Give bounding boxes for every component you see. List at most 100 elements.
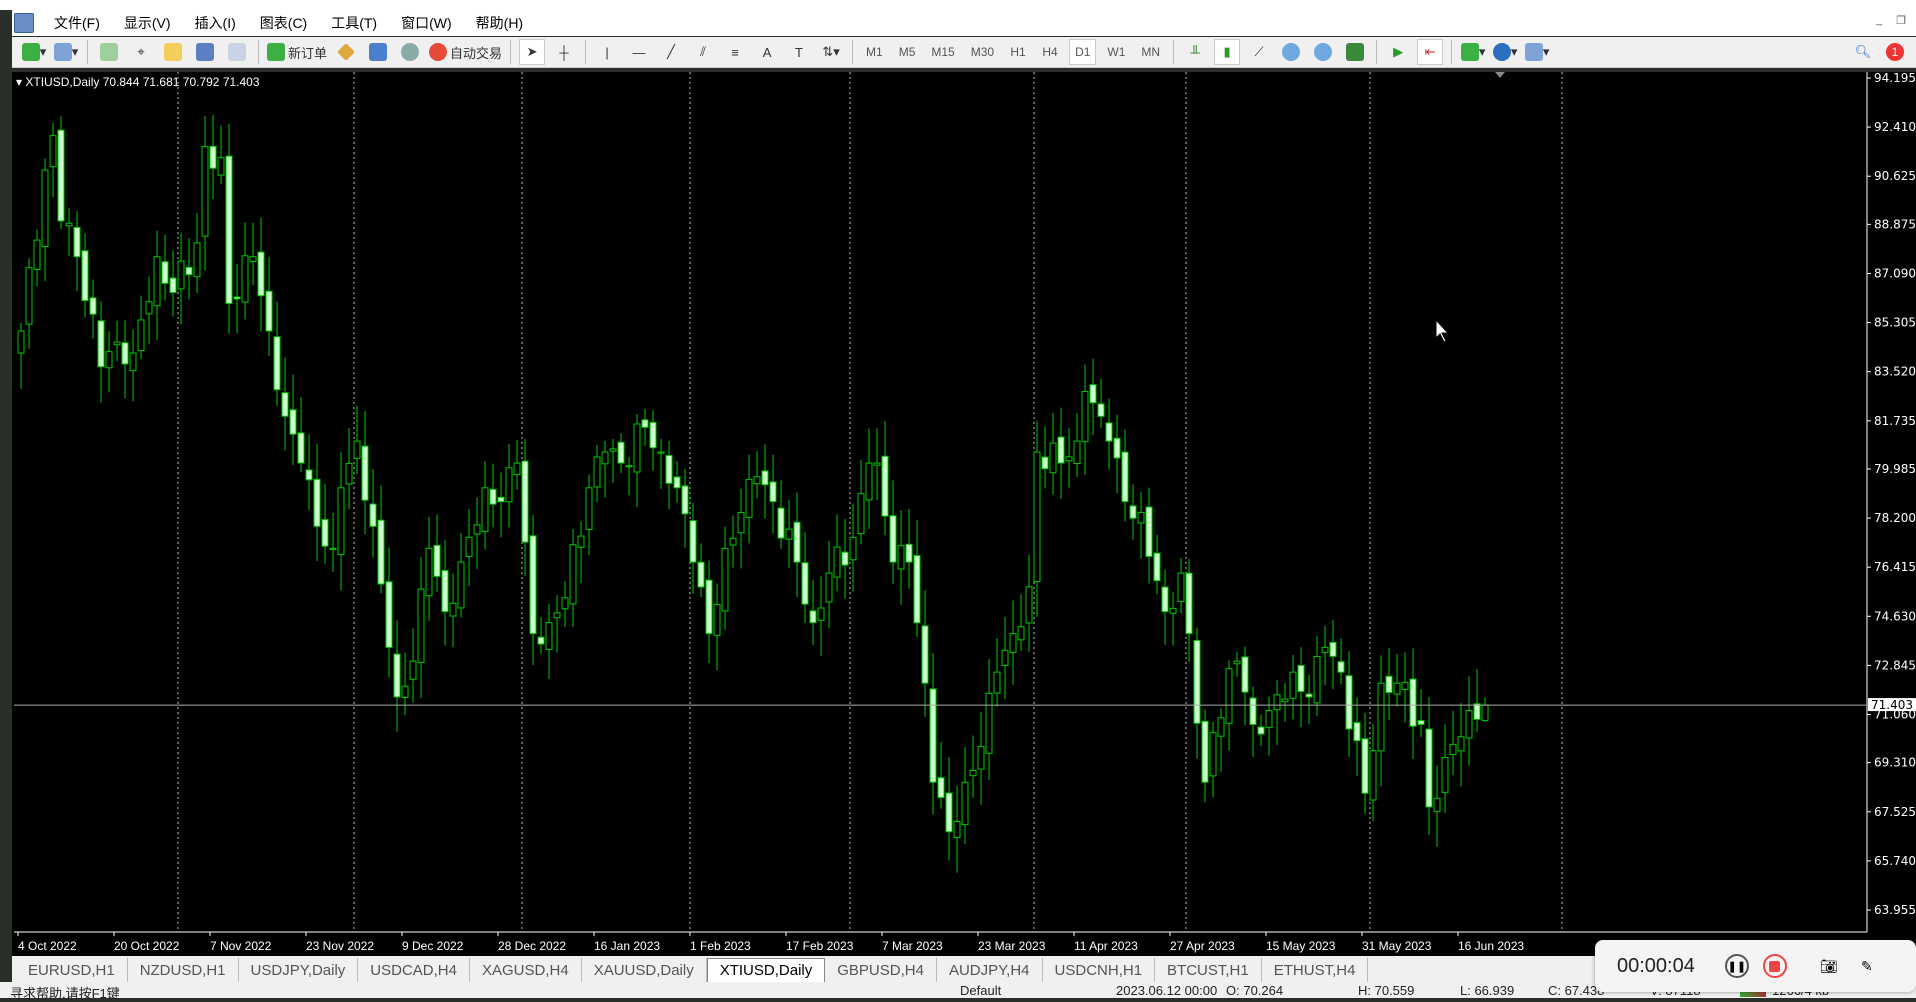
zoom-out-button[interactable] bbox=[1310, 39, 1336, 65]
new-chart-button[interactable]: ▾ bbox=[21, 39, 47, 65]
candle-bull bbox=[145, 301, 153, 315]
metaeditor-button[interactable] bbox=[333, 39, 359, 65]
menu-tools[interactable]: 工具(T) bbox=[319, 13, 389, 33]
market-watch-button[interactable] bbox=[96, 39, 122, 65]
bar-chart-button[interactable]: ╨ bbox=[1182, 39, 1208, 65]
chart-tab[interactable]: EURUSD,H1 bbox=[16, 958, 128, 982]
candle-bull bbox=[729, 537, 737, 546]
navigator-button[interactable] bbox=[160, 39, 186, 65]
chart-tab[interactable]: ETHUST,H4 bbox=[1262, 958, 1369, 982]
profiles-button[interactable]: ▾ bbox=[53, 39, 79, 65]
new-order-button[interactable]: 新订单 bbox=[267, 39, 327, 65]
candle-bear bbox=[1361, 738, 1369, 794]
chart-shift-marker[interactable] bbox=[1495, 72, 1505, 78]
timeframe-m5[interactable]: M5 bbox=[894, 39, 921, 65]
vertical-line-tool[interactable]: | bbox=[594, 39, 620, 65]
new-chart-icon bbox=[21, 43, 40, 61]
candle-bear bbox=[761, 470, 769, 486]
chart-tab[interactable]: NZDUSD,H1 bbox=[128, 958, 239, 982]
cursor-tool[interactable]: ➤ bbox=[519, 39, 546, 65]
menu-window[interactable]: 窗口(W) bbox=[389, 13, 464, 33]
search-button[interactable]: 🔍︎ bbox=[1850, 39, 1876, 65]
terminal-button[interactable] bbox=[192, 39, 218, 65]
text-tool[interactable]: A bbox=[754, 39, 780, 65]
menu-help[interactable]: 帮助(H) bbox=[464, 13, 535, 33]
status-datetime: 2023.06.12 00:00 bbox=[1116, 983, 1218, 998]
stop-button[interactable] bbox=[1762, 954, 1787, 978]
candle-bull bbox=[545, 622, 553, 650]
time-tick-label: 23 Mar 2023 bbox=[978, 939, 1046, 953]
price-tick-label: 90.625 bbox=[1874, 169, 1916, 183]
candlestick-chart[interactable]: 94.195 92.410 90.625 88.875 87.090 85.305 83.5… bbox=[14, 72, 1916, 956]
candle-bear bbox=[913, 555, 921, 624]
equidistant-channel-tool[interactable]: ⫽ bbox=[690, 39, 716, 65]
notification-badge: 1 bbox=[1886, 43, 1904, 61]
line-chart-icon: ⟋ bbox=[1254, 44, 1264, 59]
chart-tab[interactable]: USDJPY,Daily bbox=[239, 958, 359, 982]
timeframe-m30[interactable]: M30 bbox=[966, 39, 999, 65]
arrows-tool[interactable]: ⇅▾ bbox=[818, 39, 844, 65]
notifications-button[interactable]: 1 bbox=[1882, 39, 1908, 65]
chart-tab[interactable]: USDCNH,H1 bbox=[1043, 958, 1156, 982]
strategy-tester-button[interactable] bbox=[224, 39, 250, 65]
mouse-cursor-icon bbox=[1435, 318, 1450, 343]
tile-windows-button[interactable] bbox=[1342, 39, 1368, 65]
trendline-tool[interactable]: ╱ bbox=[658, 39, 684, 65]
restore-icon[interactable]: ❐ bbox=[1896, 14, 1906, 27]
candle-bull bbox=[953, 820, 961, 838]
timeframe-m1[interactable]: M1 bbox=[861, 39, 888, 65]
menu-charts[interactable]: 图表(C) bbox=[248, 13, 319, 33]
auto-scroll-button[interactable]: ▶ bbox=[1385, 39, 1411, 65]
time-tick-label: 31 May 2023 bbox=[1362, 939, 1432, 953]
chart-tab[interactable]: XAUUSD,Daily bbox=[582, 958, 707, 982]
price-chart[interactable]: 94.195 92.410 90.625 88.875 87.090 85.305 83.5… bbox=[12, 72, 1916, 956]
auto-trading-label: 自动交易 bbox=[450, 45, 503, 61]
periods-button[interactable]: ▾ bbox=[1492, 39, 1518, 65]
chart-tab[interactable]: USDCAD,H4 bbox=[358, 958, 470, 982]
timeframe-mn[interactable]: MN bbox=[1136, 39, 1165, 65]
timeframe-h1[interactable]: H1 bbox=[1005, 39, 1031, 65]
market-button[interactable] bbox=[397, 39, 423, 65]
status-low: L: 66.939 bbox=[1460, 983, 1515, 998]
minimize-icon[interactable]: _ bbox=[1876, 14, 1882, 27]
indicators-button[interactable]: ▾ bbox=[1460, 39, 1486, 65]
menu-insert[interactable]: 插入(I) bbox=[183, 13, 248, 33]
candle-bull bbox=[409, 660, 417, 680]
signals-button[interactable] bbox=[365, 39, 391, 65]
chart-tab[interactable]: GBPUSD,H4 bbox=[825, 958, 937, 982]
menu-file[interactable]: 文件(F) bbox=[42, 13, 112, 33]
fibonacci-tool[interactable]: ≡ bbox=[722, 39, 748, 65]
timeframe-w1[interactable]: W1 bbox=[1102, 39, 1130, 65]
candle-bull bbox=[873, 462, 881, 466]
auto-scroll-icon: ▶ bbox=[1393, 44, 1404, 59]
chart-shift-button[interactable]: ⇤ bbox=[1417, 39, 1444, 65]
chart-tab[interactable]: AUDJPY,H4 bbox=[937, 958, 1043, 982]
templates-button[interactable]: ▾ bbox=[1524, 39, 1550, 65]
timeframe-m15[interactable]: M15 bbox=[926, 39, 959, 65]
candle-bull bbox=[505, 467, 513, 503]
chart-tab[interactable]: XAGUSD,H4 bbox=[470, 958, 582, 982]
menu-view[interactable]: 显示(V) bbox=[112, 13, 183, 33]
timeframe-h4[interactable]: H4 bbox=[1037, 39, 1063, 65]
crosshair-tool[interactable]: ┼ bbox=[551, 39, 577, 65]
horizontal-line-tool[interactable]: — bbox=[626, 39, 652, 65]
candle-bull bbox=[633, 423, 641, 473]
annotate-button[interactable]: ✎ bbox=[1855, 954, 1879, 978]
text-label-tool[interactable]: T bbox=[786, 39, 812, 65]
chart-tab[interactable]: XTIUSD,Daily bbox=[706, 958, 826, 982]
candle-bull bbox=[1321, 646, 1329, 653]
zoom-in-button[interactable] bbox=[1278, 39, 1304, 65]
price-tick-label: 65.740 bbox=[1874, 854, 1916, 868]
candle-bull bbox=[753, 476, 761, 485]
line-chart-button[interactable]: ⟋ bbox=[1246, 39, 1272, 65]
candlestick-button[interactable]: ▮ bbox=[1214, 39, 1241, 65]
candle-bull bbox=[457, 561, 465, 609]
timeframe-d1[interactable]: D1 bbox=[1069, 39, 1097, 65]
pause-button[interactable]: ❚❚ bbox=[1724, 954, 1749, 978]
data-window-button[interactable]: ⌖ bbox=[128, 39, 154, 65]
time-tick-label: 23 Nov 2022 bbox=[306, 939, 374, 953]
auto-trading-button[interactable]: 自动交易 bbox=[429, 39, 502, 65]
candle-bear bbox=[801, 562, 809, 605]
chart-tab[interactable]: BTCUST,H1 bbox=[1155, 958, 1262, 982]
screenshot-button[interactable]: 📷︎ bbox=[1817, 954, 1841, 978]
